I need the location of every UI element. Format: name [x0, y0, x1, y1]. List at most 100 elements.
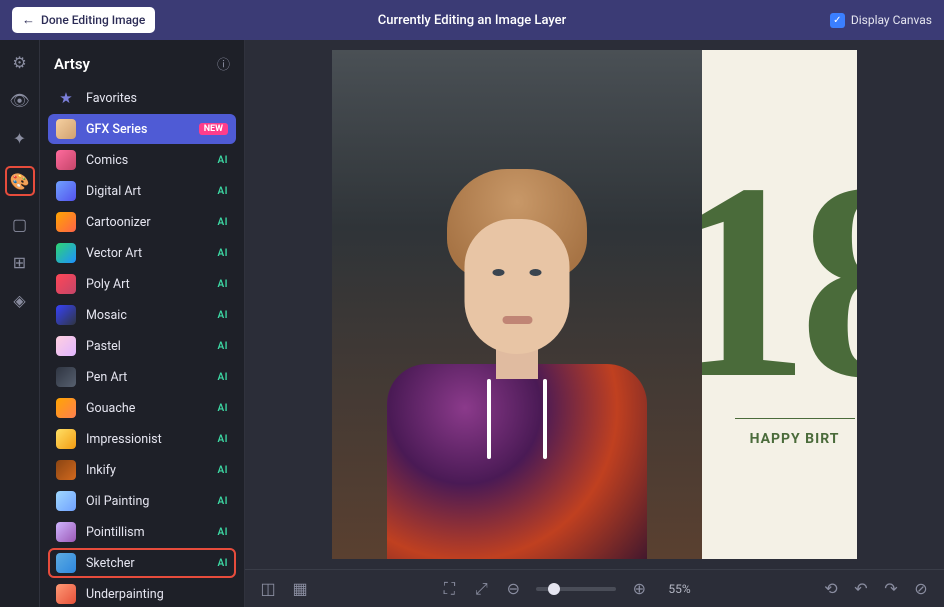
ai-badge: AI	[217, 279, 228, 290]
zoom-out-icon[interactable]: ⊖	[504, 580, 522, 598]
category-item-mosaic[interactable]: Mosaic AI	[48, 300, 236, 330]
category-label: Oil Painting	[86, 494, 207, 509]
page-title: Currently Editing an Image Layer	[378, 13, 566, 28]
category-label: Inkify	[86, 463, 207, 478]
category-label: Poly Art	[86, 277, 207, 292]
ai-badge: AI	[217, 186, 228, 197]
ai-badge: AI	[217, 496, 228, 507]
category-thumb	[56, 274, 76, 294]
category-item-pointillism[interactable]: Pointillism AI	[48, 517, 236, 547]
category-item-inkify[interactable]: InkifyAI	[48, 455, 236, 485]
ai-badge: AI	[217, 248, 228, 259]
design-layer[interactable]: 18 HAPPY BIRT	[702, 50, 857, 559]
category-label: Pen Art	[86, 370, 207, 385]
layers-panel-icon[interactable]: ◫	[259, 580, 277, 598]
palette-icon[interactable]: 🎨	[5, 166, 35, 196]
category-item-gfx-series[interactable]: GFX Series NEW	[48, 114, 236, 144]
redo-icon[interactable]: ↷	[882, 580, 900, 598]
category-thumb	[56, 491, 76, 511]
category-item-favorites[interactable]: ★ Favorites	[48, 83, 236, 113]
canvas-viewport[interactable]: 18 HAPPY BIRT	[245, 40, 944, 569]
compare-icon[interactable]: ⟲	[822, 580, 840, 598]
star-icon: ★	[56, 88, 76, 108]
category-thumb	[56, 584, 76, 604]
category-thumb	[56, 398, 76, 418]
bottom-toolbar: ◫ ▦ ⛶ ⤢ ⊖ ⊕ 55% ⟲ ↶ ↷ ⊘	[245, 569, 944, 607]
photo-layer[interactable]	[332, 50, 702, 559]
tool-rail: ⚙ 👁 ✦ 🎨 ▢ ⊞ ◈	[0, 40, 40, 607]
text-icon[interactable]: ⊞	[10, 252, 30, 272]
zoom-in-icon[interactable]: ⊕	[630, 580, 648, 598]
zoom-slider[interactable]	[536, 587, 616, 591]
fullscreen-icon[interactable]: ⛶	[440, 580, 458, 598]
arrow-left-icon: ←	[22, 12, 35, 28]
category-item-vector-art[interactable]: Vector Art AI	[48, 238, 236, 268]
ai-badge: AI	[217, 310, 228, 321]
category-label: Vector Art	[86, 246, 207, 261]
category-item-comics[interactable]: Comics AI	[48, 145, 236, 175]
ai-badge: AI	[217, 155, 228, 166]
category-label: Underpainting	[86, 587, 228, 602]
design-divider	[735, 418, 855, 420]
checkbox-checked-icon: ✓	[830, 13, 845, 28]
category-item-gouache[interactable]: Gouache AI	[48, 393, 236, 423]
category-thumb	[56, 367, 76, 387]
ai-badge: AI	[217, 434, 228, 445]
crop-icon[interactable]: ▢	[10, 214, 30, 234]
category-label: Cartoonizer	[86, 215, 207, 230]
category-thumb	[56, 522, 76, 542]
category-thumb	[56, 460, 76, 480]
ai-badge: AI	[217, 341, 228, 352]
grid-icon[interactable]: ▦	[291, 580, 309, 598]
adjust-icon[interactable]: ⚙	[10, 52, 30, 72]
ai-badge: AI	[217, 372, 228, 383]
display-canvas-toggle[interactable]: ✓ Display Canvas	[830, 13, 932, 28]
fit-screen-icon[interactable]: ⤢	[472, 580, 490, 598]
category-thumb	[56, 553, 76, 573]
category-list: ★FavoritesGFX SeriesNEWComicsAIDigital A…	[40, 83, 244, 607]
category-thumb	[56, 119, 76, 139]
category-item-sketcher[interactable]: Sketcher AI	[48, 548, 236, 578]
category-thumb	[56, 150, 76, 170]
category-thumb	[56, 429, 76, 449]
category-item-pen-art[interactable]: Pen Art AI	[48, 362, 236, 392]
done-editing-button[interactable]: ← Done Editing Image	[12, 7, 155, 33]
category-label: Gouache	[86, 401, 207, 416]
design-number: 18	[702, 162, 857, 400]
sidebar: Artsy ⓘ ★FavoritesGFX SeriesNEWComicsAID…	[40, 40, 245, 607]
info-icon[interactable]: ⓘ	[217, 54, 230, 73]
category-item-cartoonizer[interactable]: CartoonizerAI	[48, 207, 236, 237]
category-item-impressionist[interactable]: ImpressionistAI	[48, 424, 236, 454]
category-label: Favorites	[86, 91, 228, 106]
topbar: ← Done Editing Image Currently Editing a…	[0, 0, 944, 40]
category-thumb	[56, 212, 76, 232]
category-item-underpainting[interactable]: Underpainting	[48, 579, 236, 607]
canvas-area: 18 HAPPY BIRT ◫ ▦ ⛶ ⤢ ⊖ ⊕ 55% ⟲ ↶ ↷	[245, 40, 944, 607]
category-thumb	[56, 336, 76, 356]
ai-badge: AI	[217, 558, 228, 569]
category-item-poly-art[interactable]: Poly Art AI	[48, 269, 236, 299]
layers-icon[interactable]: ◈	[10, 290, 30, 310]
ai-badge: AI	[217, 403, 228, 414]
display-canvas-label: Display Canvas	[851, 13, 932, 27]
undo-icon[interactable]: ↶	[852, 580, 870, 598]
eye-icon[interactable]: 👁	[10, 90, 30, 110]
design-text: HAPPY BIRT	[750, 431, 840, 447]
category-label: Digital Art	[86, 184, 207, 199]
category-label: Mosaic	[86, 308, 207, 323]
category-label: Comics	[86, 153, 207, 168]
category-label: Pointillism	[86, 525, 207, 540]
sparkle-icon[interactable]: ✦	[10, 128, 30, 148]
category-label: GFX Series	[86, 122, 189, 137]
new-badge: NEW	[199, 123, 228, 135]
reset-icon[interactable]: ⊘	[912, 580, 930, 598]
category-thumb	[56, 243, 76, 263]
category-item-oil-painting[interactable]: Oil Painting AI	[48, 486, 236, 516]
zoom-value: 55%	[668, 582, 690, 596]
category-item-pastel[interactable]: PastelAI	[48, 331, 236, 361]
category-label: Sketcher	[86, 556, 207, 571]
category-thumb	[56, 305, 76, 325]
category-item-digital-art[interactable]: Digital Art AI	[48, 176, 236, 206]
ai-badge: AI	[217, 527, 228, 538]
done-editing-label: Done Editing Image	[41, 13, 145, 27]
